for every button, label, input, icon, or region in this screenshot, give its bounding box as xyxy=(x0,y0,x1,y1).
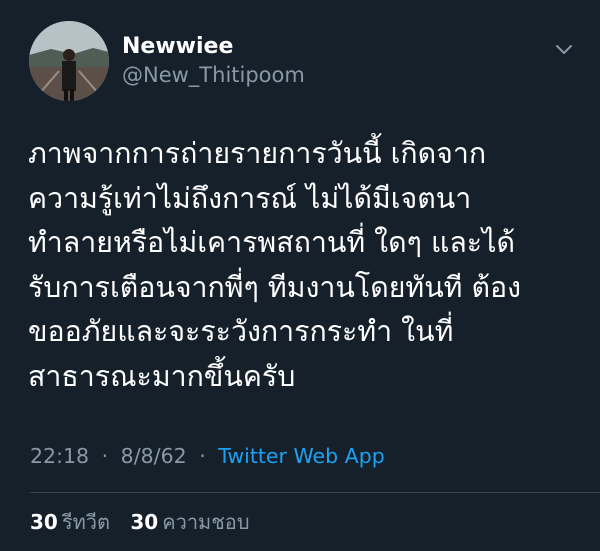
chevron-down-icon[interactable] xyxy=(553,38,575,60)
tweet-text-line: ความรู้เท่าไม่ถึงการณ์ ไม่ได้มีเจตนา xyxy=(28,181,472,215)
tweet-metadata: 22:18 · 8/8/62 · Twitter Web App xyxy=(30,443,385,469)
meta-separator: · xyxy=(199,444,206,468)
tweet-text: ภาพจากการถ่ายรายการวันนี้ เกิดจาก ความรู… xyxy=(28,132,588,399)
display-name[interactable]: Newwiee xyxy=(122,34,233,60)
tweet-stats: 30 รีทวีต 30 ความชอบ xyxy=(30,509,250,535)
tweet-date[interactable]: 8/8/62 xyxy=(121,444,187,468)
tweet-text-line: ขออภัยและจะระวังการกระทำ ในที่ xyxy=(28,315,454,348)
retweets-stat[interactable]: 30 รีทวีต xyxy=(30,509,110,535)
tweet-text-line: สาธารณะมากขึ้นครับ xyxy=(28,359,296,393)
tweet-text-line: รับการเตือนจากพี่ๆ ทีมงานโดยทันที ต้อง xyxy=(28,270,522,304)
tweet-time[interactable]: 22:18 xyxy=(30,444,89,468)
likes-count: 30 xyxy=(130,510,159,534)
tweet-text-line: ทำลายหรือไม่เคารพสถานที่ ใดๆ และได้ xyxy=(28,226,515,259)
avatar-photo xyxy=(29,21,109,101)
likes-label: ความชอบ xyxy=(162,510,250,534)
retweets-count: 30 xyxy=(30,510,58,534)
avatar[interactable] xyxy=(29,21,109,101)
meta-separator: · xyxy=(101,444,109,468)
retweets-label: รีทวีต xyxy=(61,510,110,534)
tweet-source-link[interactable]: Twitter Web App xyxy=(218,444,384,468)
tweet-text-line: ภาพจากการถ่ายรายการวันนี้ เกิดจาก xyxy=(28,137,487,170)
divider xyxy=(30,492,600,493)
likes-stat[interactable]: 30 ความชอบ xyxy=(130,509,249,535)
tweet-card: Newwiee @New_Thitipoom ภาพจากการถ่ายรายก… xyxy=(0,0,600,551)
user-handle[interactable]: @New_Thitipoom xyxy=(122,62,305,88)
